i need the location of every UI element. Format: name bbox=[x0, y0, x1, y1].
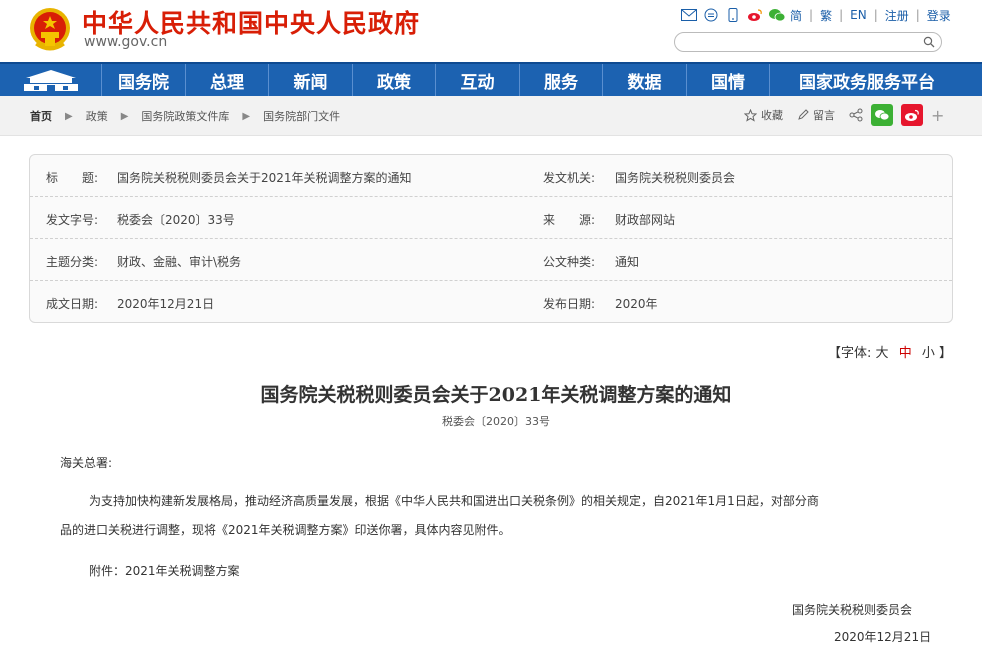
font-size-small[interactable]: 小 bbox=[922, 346, 935, 361]
search-icon[interactable] bbox=[923, 36, 935, 48]
nav-national-info[interactable]: 国情 bbox=[687, 64, 770, 96]
national-emblem-icon[interactable] bbox=[28, 4, 72, 54]
article-doc-number: 税委会〔2020〕33号 bbox=[442, 415, 550, 428]
font-size-prefix: 【字体: bbox=[828, 346, 872, 361]
publish-date-value: 2020年 bbox=[615, 297, 658, 311]
font-size-medium[interactable]: 中 bbox=[899, 346, 912, 361]
top-links: 简 | 繁 | EN | 注册 | 登录 bbox=[680, 6, 951, 24]
separator: | bbox=[873, 8, 878, 22]
weibo-share-icon[interactable] bbox=[901, 104, 923, 126]
title-label: 标 题: bbox=[46, 171, 99, 185]
breadcrumb-bar: 首页 ▶ 政策 ▶ 国务院政策文件库 ▶ 国务院部门文件 收藏 留言 + bbox=[0, 96, 982, 136]
breadcrumb-home[interactable]: 首页 bbox=[30, 108, 52, 124]
message-label: 留言 bbox=[813, 109, 835, 122]
favorite-button[interactable]: 收藏 bbox=[744, 107, 783, 123]
info-row: 主题分类: 财政、金融、审计\税务 公文种类: 通知 bbox=[30, 239, 952, 281]
search-input[interactable] bbox=[685, 35, 915, 49]
issuer-label: 发文机关: bbox=[543, 171, 596, 185]
login-link[interactable]: 登录 bbox=[927, 7, 951, 24]
font-size-large[interactable]: 大 bbox=[876, 346, 889, 361]
info-row: 成文日期: 2020年12月21日 发布日期: 2020年 bbox=[30, 281, 952, 323]
docno-value: 税委会〔2020〕33号 bbox=[117, 213, 235, 227]
nav-state-council[interactable]: 国务院 bbox=[102, 64, 186, 96]
mobile-icon[interactable] bbox=[724, 8, 742, 22]
nav-premier[interactable]: 总理 bbox=[186, 64, 269, 96]
nav-gov-service-platform[interactable]: 国家政务服务平台 bbox=[770, 64, 964, 96]
topic-label: 主题分类: bbox=[46, 255, 99, 269]
article-date: 2020年12月21日 bbox=[834, 630, 932, 644]
publish-date-label: 发布日期: bbox=[543, 297, 596, 311]
register-link[interactable]: 注册 bbox=[885, 7, 909, 24]
doc-type-value: 通知 bbox=[615, 255, 640, 269]
written-date-value: 2020年12月21日 bbox=[117, 297, 215, 311]
info-row: 标 题: 国务院关税税则委员会关于2021年关税调整方案的通知 发文机关: 国务… bbox=[30, 155, 952, 197]
breadcrumb-policy[interactable]: 政策 bbox=[86, 108, 108, 124]
document-info-table: 标 题: 国务院关税税则委员会关于2021年关税调整方案的通知 发文机关: 国务… bbox=[29, 154, 953, 323]
font-size-selector: 【字体: 大 中 小 】 bbox=[828, 342, 952, 361]
breadcrumb: 首页 ▶ 政策 ▶ 国务院政策文件库 ▶ 国务院部门文件 bbox=[30, 108, 340, 124]
article-signature: 国务院关税税则委员会 bbox=[792, 603, 913, 617]
english-link[interactable]: EN bbox=[850, 8, 867, 22]
star-icon bbox=[744, 108, 757, 122]
separator: | bbox=[915, 8, 920, 22]
message-icon[interactable] bbox=[702, 8, 720, 22]
separator: | bbox=[839, 8, 844, 22]
more-share-button[interactable]: + bbox=[931, 106, 944, 125]
message-button[interactable]: 留言 bbox=[797, 107, 835, 123]
source-value: 财政部网站 bbox=[615, 213, 676, 227]
share-icon[interactable] bbox=[849, 108, 863, 122]
article-body-line: 品的进口关税进行调整，现将《2021年关税调整方案》印送你署，具体内容见附件。 bbox=[60, 523, 511, 537]
page-tools: 收藏 留言 + bbox=[744, 104, 944, 126]
source-label: 来 源: bbox=[543, 213, 596, 227]
nav-services[interactable]: 服务 bbox=[520, 64, 603, 96]
search-box bbox=[674, 32, 942, 52]
font-size-suffix: 】 bbox=[939, 346, 953, 361]
nav-data[interactable]: 数据 bbox=[603, 64, 687, 96]
chevron-right-icon: ▶ bbox=[242, 110, 251, 122]
site-header: 中华人民共和国中央人民政府 www.gov.cn 简 | 繁 | EN | 注册… bbox=[0, 0, 982, 62]
doc-type-label: 公文种类: bbox=[543, 255, 596, 269]
wechat-share-icon[interactable] bbox=[871, 104, 893, 126]
topic-value: 财政、金融、审计\税务 bbox=[117, 255, 242, 269]
article-salutation: 海关总署: bbox=[60, 456, 113, 470]
written-date-label: 成文日期: bbox=[46, 297, 99, 311]
favorite-label: 收藏 bbox=[761, 109, 783, 122]
chevron-right-icon: ▶ bbox=[65, 110, 73, 122]
nav-news[interactable]: 新闻 bbox=[269, 64, 353, 96]
title-value: 国务院关税税则委员会关于2021年关税调整方案的通知 bbox=[117, 171, 412, 185]
main-nav: 国务院 总理 新闻 政策 互动 服务 数据 国情 国家政务服务平台 bbox=[0, 62, 982, 96]
simplified-chinese-link[interactable]: 简 bbox=[790, 7, 802, 24]
weibo-icon[interactable] bbox=[746, 8, 764, 22]
nav-policy[interactable]: 政策 bbox=[353, 64, 436, 96]
tiananmen-logo-icon[interactable] bbox=[0, 64, 102, 96]
traditional-chinese-link[interactable]: 繁 bbox=[820, 7, 832, 24]
breadcrumb-policy-library[interactable]: 国务院政策文件库 bbox=[141, 108, 229, 124]
pencil-icon bbox=[798, 109, 809, 120]
article-attachment-link[interactable]: 附件：2021年关税调整方案 bbox=[89, 562, 240, 579]
nav-interaction[interactable]: 互动 bbox=[436, 64, 520, 96]
chevron-right-icon: ▶ bbox=[120, 110, 129, 122]
mail-icon[interactable] bbox=[680, 8, 698, 22]
separator: | bbox=[809, 8, 814, 22]
wechat-icon[interactable] bbox=[768, 8, 786, 22]
info-row: 发文字号: 税委会〔2020〕33号 来 源: 财政部网站 bbox=[30, 197, 952, 239]
issuer-value: 国务院关税税则委员会 bbox=[615, 171, 736, 185]
breadcrumb-department-docs[interactable]: 国务院部门文件 bbox=[263, 108, 340, 124]
docno-label: 发文字号: bbox=[46, 213, 99, 227]
article-body-line: 为支持加快构建新发展格局，推动经济高质量发展，根据《中华人民共和国进出口关税条例… bbox=[89, 494, 819, 508]
site-domain: www.gov.cn bbox=[84, 34, 168, 50]
article-title: 国务院关税税则委员会关于2021年关税调整方案的通知 bbox=[260, 384, 732, 406]
